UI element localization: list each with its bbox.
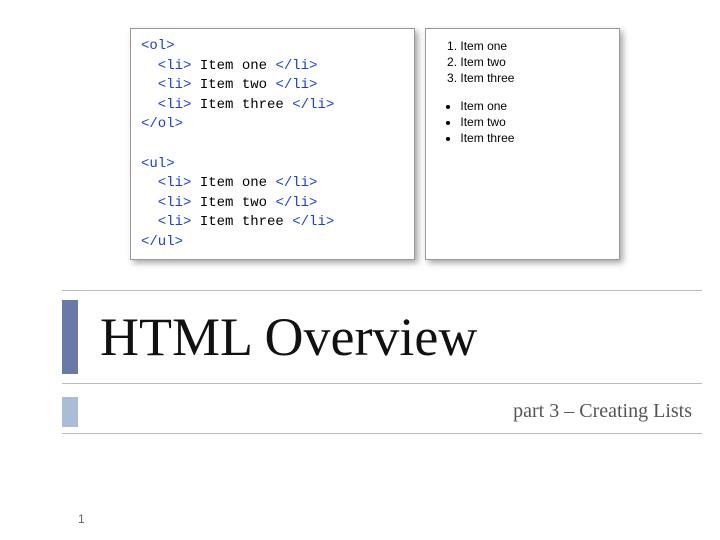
tag-li-close: </li>	[275, 195, 317, 211]
tag-li-open: <li>	[141, 77, 191, 93]
page-title: HTML Overview	[100, 306, 477, 368]
slide-number: 1	[78, 512, 85, 526]
tag-li-open: <li>	[141, 195, 191, 211]
list-item: Item one	[460, 99, 605, 113]
list-item: Item two	[460, 55, 605, 69]
list-item: Item one	[460, 39, 605, 53]
example-region: <ol> <li> Item one </li> <li> Item two <…	[130, 28, 620, 260]
list-item: Item three	[460, 71, 605, 85]
tag-li-close: </li>	[292, 97, 334, 113]
tag-li-close: </li>	[275, 77, 317, 93]
tag-ol-open: <ol>	[141, 38, 175, 54]
rendered-ordered-list: Item one Item two Item three	[440, 39, 605, 85]
page-subtitle: part 3 – Creating Lists	[513, 400, 702, 423]
list-item: Item two	[460, 115, 605, 129]
tag-li-close: </li>	[275, 58, 317, 74]
tag-li-close: </li>	[275, 175, 317, 191]
code-text: Item two	[191, 195, 275, 211]
rendered-unordered-list: Item one Item two Item three	[440, 99, 605, 145]
tag-ul-close: </ul>	[141, 234, 183, 250]
title-accent-block	[62, 300, 78, 374]
code-text: Item two	[191, 77, 275, 93]
title-bar: HTML Overview	[62, 290, 702, 384]
subtitle-bar: part 3 – Creating Lists	[62, 390, 702, 434]
code-text: Item three	[191, 214, 292, 230]
code-text: Item one	[191, 58, 275, 74]
tag-li-open: <li>	[141, 175, 191, 191]
rendered-output-box: Item one Item two Item three Item one It…	[425, 28, 620, 260]
tag-li-open: <li>	[141, 97, 191, 113]
tag-ol-close: </ol>	[141, 116, 183, 132]
tag-li-open: <li>	[141, 58, 191, 74]
tag-li-close: </li>	[292, 214, 334, 230]
tag-ul-open: <ul>	[141, 156, 175, 172]
code-text: Item one	[191, 175, 275, 191]
code-text: Item three	[191, 97, 292, 113]
code-sample-box: <ol> <li> Item one </li> <li> Item two <…	[130, 28, 415, 260]
tag-li-open: <li>	[141, 214, 191, 230]
subtitle-accent-block	[62, 397, 78, 427]
list-item: Item three	[460, 131, 605, 145]
